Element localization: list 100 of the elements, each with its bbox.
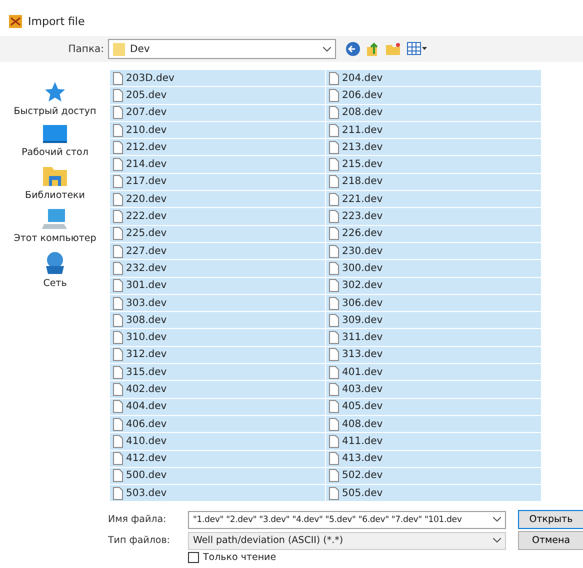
file-item[interactable]: 230.dev: [326, 242, 542, 260]
file-item[interactable]: 403.dev: [326, 381, 542, 399]
file-item[interactable]: 408.dev: [326, 416, 542, 434]
file-item[interactable]: 401.dev: [326, 364, 542, 382]
file-item[interactable]: 405.dev: [326, 398, 542, 416]
file-icon: [113, 486, 123, 500]
file-item[interactable]: 502.dev: [326, 468, 542, 486]
file-icon: [329, 331, 339, 344]
file-item[interactable]: 413.dev: [326, 450, 542, 468]
file-icon: [329, 418, 339, 431]
file-type-label: Тип файлов:: [108, 535, 172, 546]
file-item[interactable]: 302.dev: [326, 278, 542, 295]
file-item[interactable]: 306.dev: [326, 294, 542, 312]
open-button[interactable]: Открыть: [518, 510, 583, 529]
file-item[interactable]: 309.dev: [326, 312, 542, 330]
file-item[interactable]: 210.dev: [110, 122, 326, 140]
folder-dropdown[interactable]: Dev: [108, 39, 336, 59]
file-item[interactable]: 203D.dev: [110, 70, 326, 88]
file-item[interactable]: 227.dev: [110, 242, 326, 260]
file-item[interactable]: 215.dev: [326, 156, 542, 174]
cancel-button[interactable]: Отмена: [518, 531, 583, 550]
file-type-dropdown[interactable]: Well path/deviation (ASCII) (*.*): [188, 532, 506, 550]
file-icon: [329, 88, 339, 102]
file-item[interactable]: 505.dev: [326, 485, 542, 502]
dropdown-caret-icon: [493, 538, 501, 543]
folder-icon: [113, 42, 125, 56]
file-icon: [113, 72, 123, 85]
file-item[interactable]: 300.dev: [326, 260, 542, 278]
sidebar-place[interactable]: Рабочий стол: [22, 123, 88, 158]
file-item[interactable]: 204.dev: [326, 70, 542, 88]
file-item[interactable]: 301.dev: [110, 278, 326, 295]
file-item[interactable]: 217.dev: [110, 174, 326, 192]
file-icon: [113, 400, 123, 414]
file-icon: [329, 400, 339, 414]
file-icon: [329, 140, 339, 154]
file-icon: [113, 331, 123, 344]
file-item[interactable]: 214.dev: [110, 156, 326, 174]
file-icon: [113, 469, 123, 482]
file-item[interactable]: 221.dev: [326, 191, 542, 208]
file-item[interactable]: 410.dev: [110, 433, 326, 451]
file-icon: [113, 210, 123, 224]
file-item[interactable]: 303.dev: [110, 294, 326, 312]
file-icon: [329, 124, 339, 137]
file-icon: [113, 279, 123, 292]
file-item[interactable]: 406.dev: [110, 416, 326, 434]
file-item[interactable]: 411.dev: [326, 433, 542, 451]
file-item[interactable]: 225.dev: [110, 226, 326, 243]
back-icon[interactable]: [346, 42, 360, 56]
file-icon: [113, 227, 123, 240]
file-icon: [329, 279, 339, 292]
file-item[interactable]: 312.dev: [110, 346, 326, 364]
dropdown-caret-icon: [323, 46, 331, 52]
sidebar-place[interactable]: Быстрый доступ: [14, 80, 96, 117]
file-item[interactable]: 404.dev: [110, 398, 326, 416]
file-item[interactable]: 205.dev: [110, 87, 326, 105]
file-item[interactable]: 402.dev: [110, 381, 326, 399]
file-item[interactable]: 412.dev: [110, 450, 326, 468]
file-icon: [329, 348, 339, 362]
file-icon: [329, 469, 339, 482]
file-item[interactable]: 220.dev: [110, 191, 326, 208]
read-only-checkbox[interactable]: [188, 552, 199, 563]
file-icon: [329, 72, 339, 85]
computer-icon: [42, 207, 68, 231]
file-icon: [113, 382, 123, 396]
file-item[interactable]: 311.dev: [326, 329, 542, 347]
look-in-label: Папка:: [67, 44, 105, 54]
file-name-field[interactable]: "1.dev" "2.dev" "3.dev" "4.dev" "5.dev" "6.dev" "7.dev" "101.dev: [188, 510, 506, 528]
file-item[interactable]: 313.dev: [326, 346, 542, 364]
file-item[interactable]: 223.dev: [326, 208, 542, 226]
file-item[interactable]: 212.dev: [110, 139, 326, 156]
new-folder-icon[interactable]: [386, 42, 401, 56]
file-icon: [329, 262, 339, 275]
file-item[interactable]: 213.dev: [326, 139, 542, 156]
window-title: Import file: [28, 14, 85, 28]
up-folder-icon[interactable]: [366, 42, 380, 56]
file-icon: [113, 124, 123, 137]
file-item[interactable]: 503.dev: [110, 485, 326, 502]
file-icon: [329, 106, 339, 120]
file-icon: [113, 140, 123, 154]
file-item[interactable]: 218.dev: [326, 174, 542, 192]
sidebar-place[interactable]: Библиотеки: [25, 164, 85, 201]
file-item[interactable]: 211.dev: [326, 122, 542, 140]
file-item[interactable]: 310.dev: [110, 329, 326, 347]
file-item[interactable]: 207.dev: [110, 104, 326, 122]
file-icon: [329, 366, 339, 379]
file-item[interactable]: 226.dev: [326, 226, 542, 243]
file-item[interactable]: 208.dev: [326, 104, 542, 122]
sidebar-place[interactable]: Этот компьютер: [14, 207, 96, 244]
file-item[interactable]: 308.dev: [110, 312, 326, 330]
file-icon: [113, 192, 123, 206]
file-item[interactable]: 232.dev: [110, 260, 326, 278]
file-icon: [113, 106, 123, 120]
file-icon: [113, 296, 123, 310]
view-menu-icon[interactable]: [407, 42, 427, 56]
file-item[interactable]: 500.dev: [110, 468, 326, 486]
file-item[interactable]: 315.dev: [110, 364, 326, 382]
file-icon: [113, 175, 123, 188]
sidebar-place[interactable]: Сеть: [42, 250, 68, 289]
file-item[interactable]: 206.dev: [326, 87, 542, 105]
file-item[interactable]: 222.dev: [110, 208, 326, 226]
